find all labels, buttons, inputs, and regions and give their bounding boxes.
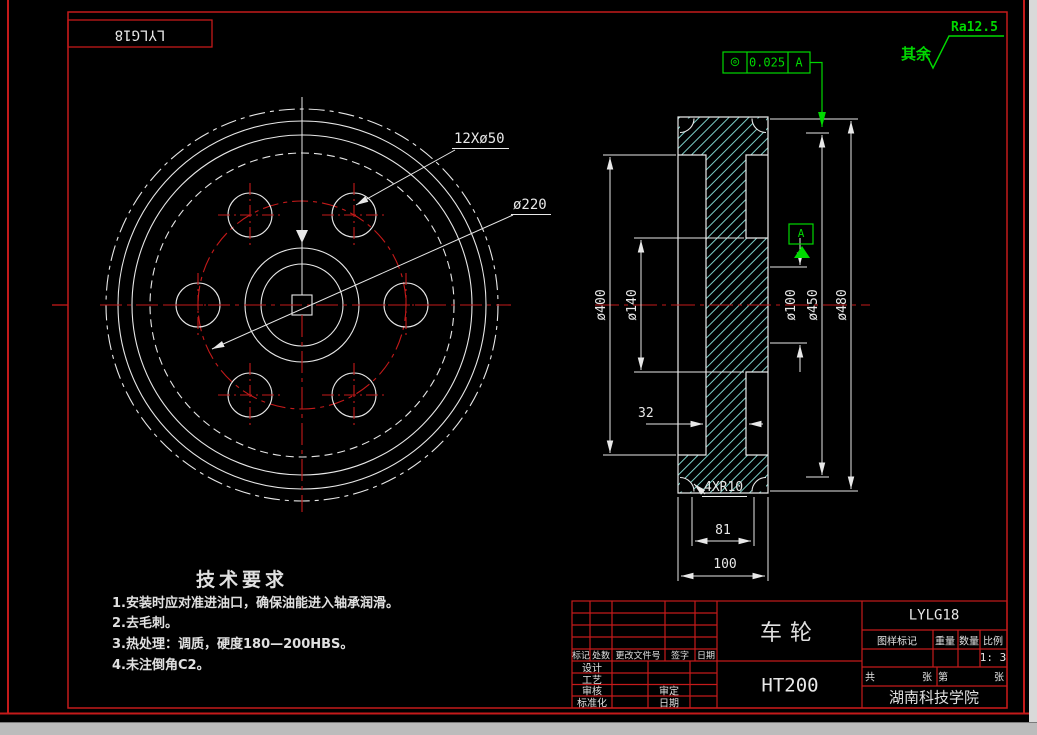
cad-drawing-window: LYLG18 其余 Ra12.5 ◎ 0.025 A A 12Xø50 ø220… bbox=[0, 0, 1037, 735]
sheet-no: 第 bbox=[938, 672, 948, 684]
rev-header-doc: 更改文件号 bbox=[615, 651, 661, 662]
dim-width-outer: 100 bbox=[713, 556, 737, 572]
dim-rim-diameter: ø400 bbox=[593, 289, 609, 321]
dim-flange-diameter: ø450 bbox=[805, 289, 821, 321]
surface-roughness-value: Ra12.5 bbox=[951, 20, 998, 35]
leaders bbox=[211, 149, 514, 350]
dim-web-thickness: 32 bbox=[638, 406, 654, 421]
material: HT200 bbox=[761, 674, 819, 697]
rev-header-sign: 签字 bbox=[670, 651, 690, 662]
keyway-mark bbox=[296, 230, 308, 243]
bolt-circle-dim-label: ø220 bbox=[511, 197, 551, 216]
header-scale: 比例 bbox=[983, 636, 1003, 648]
scale-value: 1: 3 bbox=[979, 650, 1007, 664]
dim-outer-diameter: ø480 bbox=[834, 289, 850, 321]
sheet-zhang1: 张 bbox=[922, 672, 932, 684]
header-qty: 数量 bbox=[959, 636, 979, 648]
front-view bbox=[100, 97, 514, 512]
taskbar bbox=[0, 722, 1037, 735]
sheet-total: 共 bbox=[865, 672, 875, 684]
dim-width-inner: 81 bbox=[715, 522, 731, 538]
organization: 湖南科技学院 bbox=[888, 688, 980, 707]
part-name: 车轮 bbox=[759, 621, 821, 646]
datum-letter: A bbox=[797, 226, 805, 240]
role-standardize: 标准化 bbox=[577, 698, 607, 710]
header-weight: 重量 bbox=[935, 636, 955, 648]
tech-req-item: 3.热处理：调质，硬度180—200HBS。 bbox=[112, 637, 354, 652]
surface-note-prefix: 其余 bbox=[901, 45, 932, 63]
tech-req-item: 2.去毛刺。 bbox=[112, 616, 178, 631]
dim-hub-diameter: ø140 bbox=[624, 289, 640, 321]
dim-bore-diameter: ø100 bbox=[783, 289, 799, 321]
rev-header-date: 日期 bbox=[696, 651, 716, 662]
tech-req-item: 1.安装时应对准进油口，确保油能进入轴承润滑。 bbox=[112, 596, 399, 611]
concentricity-icon: ◎ bbox=[730, 53, 740, 70]
roughness-icon bbox=[924, 35, 1004, 70]
tech-req-title: 技术要求 bbox=[196, 569, 289, 591]
scrollbar[interactable] bbox=[1029, 0, 1037, 722]
dim-fillet-radius: 4XR10 bbox=[702, 480, 748, 498]
tolerance-datum-ref: A bbox=[795, 55, 803, 70]
drawing-code: LYLG18 bbox=[908, 607, 960, 624]
holes-dim-label: 12Xø50 bbox=[452, 131, 509, 150]
tolerance-value: 0.025 bbox=[748, 55, 786, 70]
corner-drawing-code: LYLG18 bbox=[114, 26, 166, 43]
role-date: 日期 bbox=[659, 698, 679, 710]
datum-triangle bbox=[794, 246, 810, 258]
tech-req-item: 4.未注倒角C2。 bbox=[112, 658, 210, 673]
header-pattern-mark: 图样标记 bbox=[877, 636, 917, 648]
sheet-zhang2: 张 bbox=[994, 672, 1004, 684]
